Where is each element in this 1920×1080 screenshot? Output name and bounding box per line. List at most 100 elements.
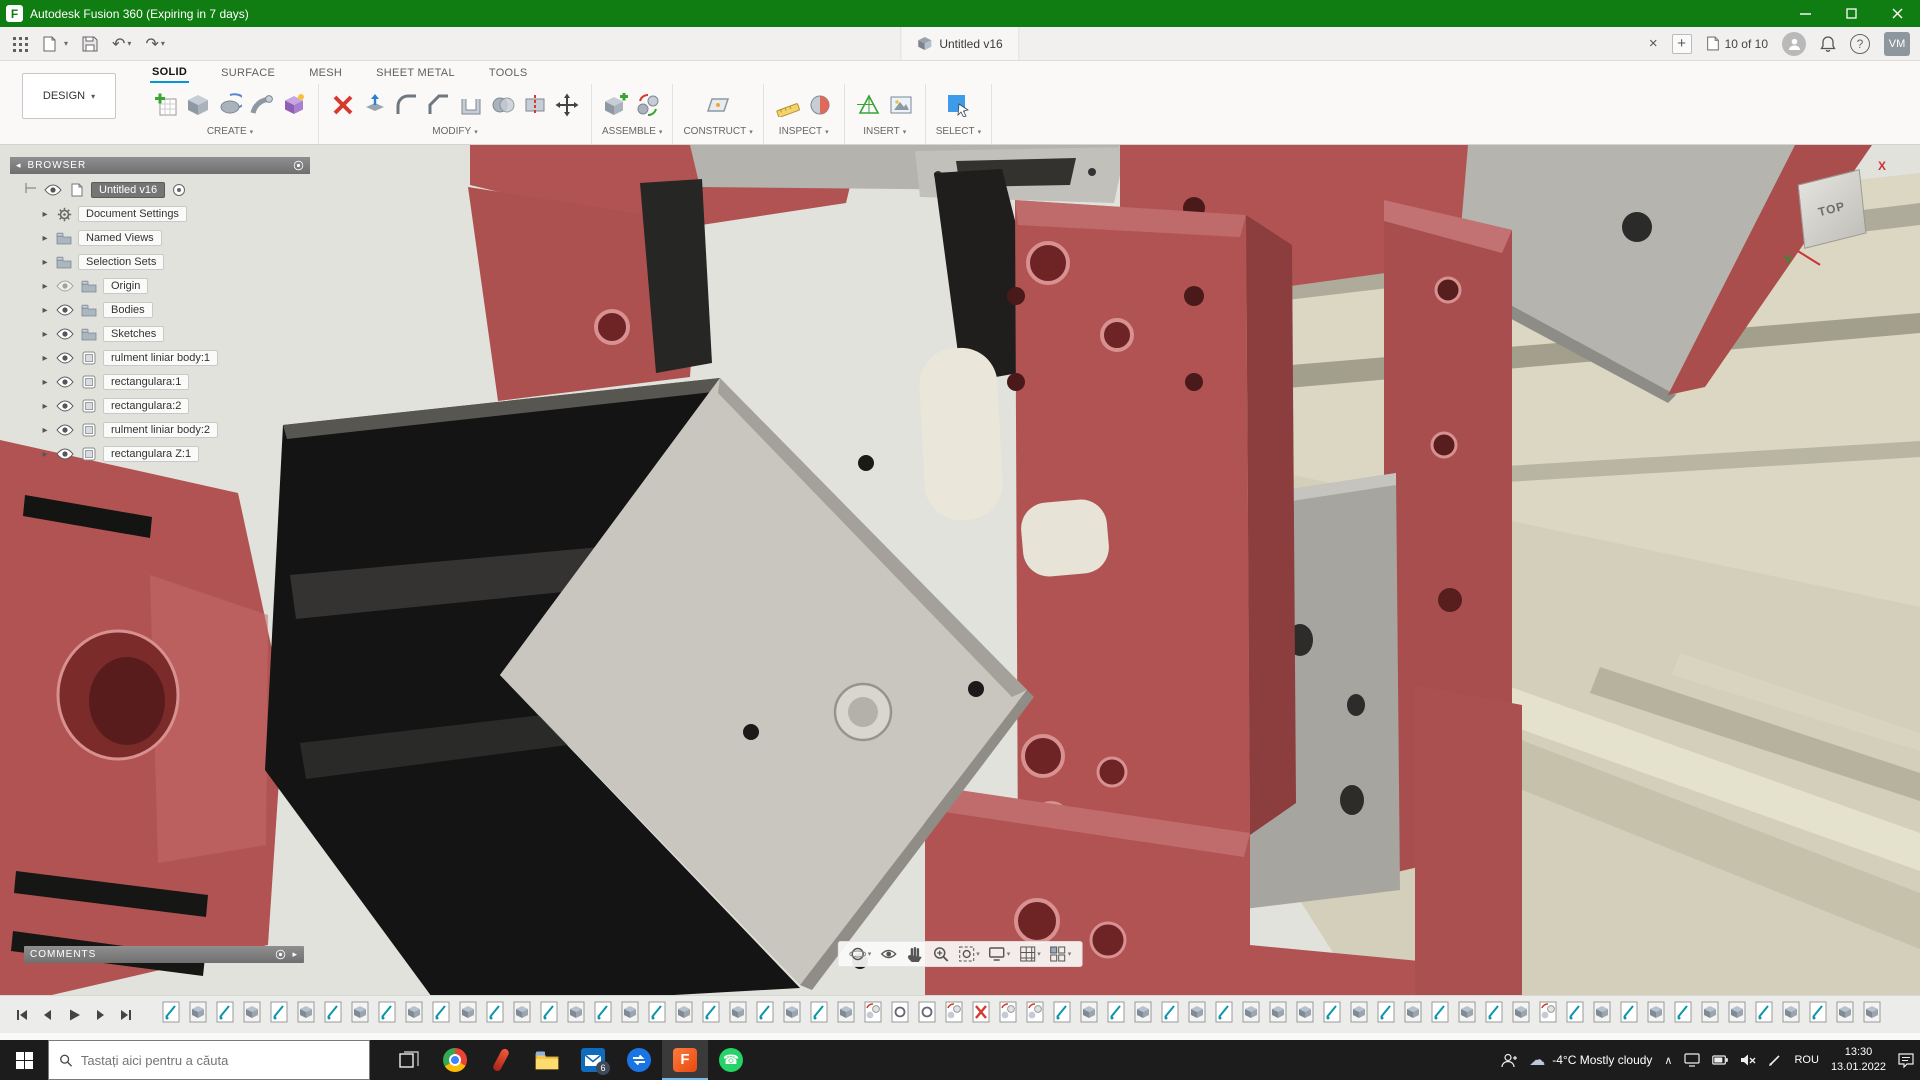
timeline-extrude-feature-icon[interactable] (1188, 1001, 1206, 1028)
timeline-extrude-feature-icon[interactable] (675, 1001, 693, 1028)
timeline-joint-feature-icon[interactable] (999, 1001, 1017, 1028)
timeline-sketch-feature-icon[interactable] (1377, 1001, 1395, 1028)
group-dropdown-inspect[interactable]: INSPECT▾ (779, 126, 829, 137)
timeline-extrude-feature-icon[interactable] (1458, 1001, 1476, 1028)
notifications-bell-icon[interactable] (1820, 35, 1836, 52)
timeline-extrude-feature-icon[interactable] (459, 1001, 477, 1028)
timeline-hole-feature-icon[interactable] (891, 1001, 909, 1028)
clock[interactable]: 13:30 13.01.2022 (1831, 1045, 1886, 1075)
create-sweep-icon[interactable] (248, 91, 276, 119)
timeline-sketch-feature-icon[interactable] (1323, 1001, 1341, 1028)
browser-item-label[interactable]: Named Views (78, 230, 162, 246)
timeline-extrude-feature-icon[interactable] (567, 1001, 585, 1028)
timeline-extrude-feature-icon[interactable] (1728, 1001, 1746, 1028)
timeline-extrude-feature-icon[interactable] (1134, 1001, 1152, 1028)
create-box-icon[interactable] (184, 91, 212, 119)
comments-expand-icon[interactable]: ▸ (292, 949, 298, 960)
group-dropdown-assemble[interactable]: ASSEMBLE▾ (602, 126, 662, 137)
visibility-eye-icon[interactable] (55, 448, 75, 460)
visibility-eye-icon[interactable] (55, 352, 75, 364)
viewports-icon[interactable]: ▾ (1049, 945, 1072, 963)
chamfer-icon[interactable] (425, 91, 453, 119)
joint-icon[interactable] (634, 91, 662, 119)
panel-options-icon[interactable] (293, 160, 304, 171)
file-menu-icon[interactable]: ▾ (42, 36, 68, 52)
group-dropdown-insert[interactable]: INSERT▾ (863, 126, 906, 137)
timeline-sketch-feature-icon[interactable] (648, 1001, 666, 1028)
insert-mesh-icon[interactable] (855, 91, 883, 119)
expand-arrow-icon[interactable]: ▸ (40, 425, 50, 436)
browser-item-label[interactable]: Document Settings (78, 206, 187, 222)
fit-icon[interactable]: ▾ (957, 945, 980, 963)
browser-item-label[interactable]: rectangulara:2 (103, 398, 189, 414)
save-icon[interactable] (82, 36, 98, 52)
visibility-eye-icon[interactable] (55, 328, 75, 340)
version-indicator[interactable]: 10 of 10 (1706, 36, 1768, 51)
expand-arrow-icon[interactable]: ▸ (40, 329, 50, 340)
workspace-selector[interactable]: DESIGN ▾ (22, 73, 116, 119)
timeline-sketch-feature-icon[interactable] (1755, 1001, 1773, 1028)
remove-red-x-icon[interactable] (329, 91, 357, 119)
step-forward-icon[interactable] (92, 1007, 108, 1023)
pen-red-taskbar-icon[interactable] (478, 1040, 524, 1080)
expand-arrow-icon[interactable]: ▸ (40, 305, 50, 316)
timeline-extrude-feature-icon[interactable] (1080, 1001, 1098, 1028)
new-component-icon[interactable] (602, 91, 630, 119)
measure-icon[interactable] (774, 91, 802, 119)
group-dropdown-construct[interactable]: CONSTRUCT▾ (683, 126, 752, 137)
timeline-extrude-feature-icon[interactable] (1512, 1001, 1530, 1028)
timeline-sketch-feature-icon[interactable] (1161, 1001, 1179, 1028)
tab-tools[interactable]: TOOLS (487, 64, 530, 82)
combine-icon[interactable] (489, 91, 517, 119)
timeline-extrude-feature-icon[interactable] (1863, 1001, 1881, 1028)
timeline-sketch-feature-icon[interactable] (594, 1001, 612, 1028)
viewcube-top-face[interactable]: TOP (1798, 169, 1867, 249)
job-status-icon[interactable] (1782, 32, 1806, 56)
visibility-eye-icon[interactable] (43, 184, 63, 196)
timeline-sketch-feature-icon[interactable] (1107, 1001, 1125, 1028)
pen-icon[interactable] (1768, 1053, 1782, 1067)
timeline-extrude-feature-icon[interactable] (621, 1001, 639, 1028)
press-pull-icon[interactable] (361, 91, 389, 119)
timeline-sketch-feature-icon[interactable] (216, 1001, 234, 1028)
expand-arrow-icon[interactable]: ▸ (40, 401, 50, 412)
timeline-sketch-feature-icon[interactable] (756, 1001, 774, 1028)
comments-options-icon[interactable] (275, 949, 286, 960)
chrome-taskbar-icon[interactable] (432, 1040, 478, 1080)
zoom-icon[interactable] (931, 945, 949, 963)
fusion-360-taskbar-icon[interactable]: F (662, 1040, 708, 1080)
timeline-sketch-feature-icon[interactable] (486, 1001, 504, 1028)
visibility-eye-icon[interactable] (55, 400, 75, 412)
browser-item-label[interactable]: rulment liniar body:2 (103, 422, 218, 438)
timeline-joint-feature-icon[interactable] (864, 1001, 882, 1028)
app-grid-icon[interactable] (12, 36, 28, 52)
group-dropdown-select[interactable]: SELECT▾ (936, 126, 981, 137)
browser-item-label[interactable]: Selection Sets (78, 254, 164, 270)
battery-icon[interactable] (1712, 1055, 1728, 1065)
create-primitives-icon[interactable] (280, 91, 308, 119)
timeline-extrude-feature-icon[interactable] (837, 1001, 855, 1028)
timeline-sketch-feature-icon[interactable] (810, 1001, 828, 1028)
timeline-sketch-feature-icon[interactable] (270, 1001, 288, 1028)
orbit-icon[interactable]: ▾ (849, 945, 872, 963)
timeline-sketch-feature-icon[interactable] (1566, 1001, 1584, 1028)
timeline-sketch-feature-icon[interactable] (1809, 1001, 1827, 1028)
timeline-extrude-feature-icon[interactable] (1350, 1001, 1368, 1028)
expand-arrow-icon[interactable]: ▸ (40, 353, 50, 364)
shell-icon[interactable] (457, 91, 485, 119)
volume-muted-icon[interactable] (1740, 1053, 1756, 1067)
timeline-extrude-feature-icon[interactable] (351, 1001, 369, 1028)
close-button[interactable] (1874, 0, 1920, 27)
outlook-taskbar-icon[interactable]: 6 (570, 1040, 616, 1080)
user-initials-badge[interactable]: VM (1884, 32, 1910, 56)
display-settings-icon[interactable]: ▾ (988, 945, 1011, 963)
hidden-icons-chevron[interactable]: ∧ (1664, 1054, 1672, 1067)
maximize-button[interactable] (1828, 0, 1874, 27)
sync-blue-taskbar-icon[interactable] (616, 1040, 662, 1080)
tab-mesh[interactable]: MESH (307, 64, 344, 82)
task-view-taskbar-icon[interactable] (386, 1040, 432, 1080)
visibility-eye-icon[interactable] (55, 424, 75, 436)
taskbar-search[interactable] (48, 1040, 370, 1080)
display-tray-icon[interactable] (1684, 1053, 1700, 1067)
timeline-extrude-feature-icon[interactable] (189, 1001, 207, 1028)
